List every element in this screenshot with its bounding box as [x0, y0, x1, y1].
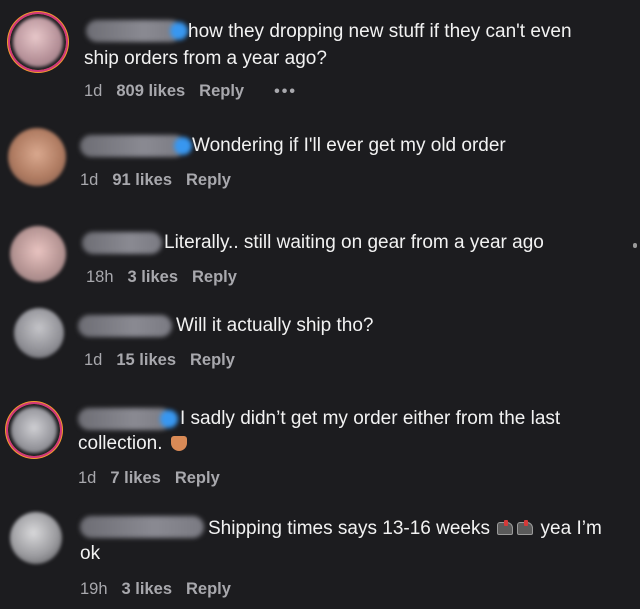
reply-button[interactable]: Reply: [175, 469, 220, 488]
commenter-avatar[interactable]: [8, 404, 60, 456]
reply-button[interactable]: Reply: [192, 268, 237, 287]
comment-text-continued: collection.: [78, 430, 187, 457]
comment-likes[interactable]: 3 likes: [128, 268, 178, 287]
comment-likes[interactable]: 3 likes: [122, 580, 172, 599]
commenter-username-blurred[interactable]: [86, 20, 188, 42]
comment-text-line1-end: yea I’m: [540, 518, 602, 539]
comment-text-line1: Shipping times says 13-16 weeks: [208, 518, 490, 539]
thumbs-down-emoji-icon: [170, 436, 187, 451]
comment-text: Wondering if I'll ever get my old order: [192, 135, 506, 156]
reply-button[interactable]: Reply: [186, 171, 231, 190]
comment-meta: 1d 7 likes Reply: [78, 469, 220, 488]
comment-text: Shipping times says 13-16 weeks yea I’m: [208, 515, 602, 542]
comment-timestamp: 1d: [84, 351, 103, 369]
commenter-username-blurred[interactable]: [80, 135, 192, 157]
comment-meta: 19h 3 likes Reply: [80, 580, 231, 599]
comment-meta: 1d 91 likes Reply: [80, 171, 231, 190]
comment-text: I sadly didn’t get my order either from …: [180, 408, 561, 429]
edge-indicator: [633, 243, 637, 248]
comment-timestamp: 1d: [78, 469, 97, 487]
commenter-avatar[interactable]: [10, 14, 66, 70]
comment-likes[interactable]: 91 likes: [112, 171, 172, 190]
commenter-username-blurred[interactable]: [78, 315, 172, 337]
commenter-avatar[interactable]: [8, 128, 66, 186]
comment-timestamp: 1d: [84, 82, 103, 100]
comment-timestamp: 19h: [80, 580, 108, 598]
comment-likes[interactable]: 809 likes: [116, 82, 185, 101]
comment-text: how they dropping new stuff if they can'…: [188, 21, 572, 42]
comment-text-continued: ship orders from a year ago?: [84, 48, 327, 69]
commenter-username-blurred[interactable]: [82, 232, 162, 254]
comment-timestamp: 1d: [80, 171, 99, 189]
comment-meta: 1d 15 likes Reply: [84, 351, 235, 370]
comment-text-continued: ok: [80, 543, 101, 564]
running-shoe-emoji-icon: [515, 518, 535, 536]
comment-likes[interactable]: 15 likes: [116, 351, 176, 370]
running-shoe-emoji-icon: [495, 518, 515, 536]
commenter-avatar[interactable]: [10, 226, 66, 282]
commenter-username-blurred[interactable]: [80, 516, 204, 538]
commenter-username-blurred[interactable]: [78, 408, 178, 430]
comment-likes[interactable]: 7 likes: [110, 469, 160, 488]
comment-text: Will it actually ship tho?: [176, 315, 374, 336]
comment-meta: 1d 809 likes Reply •••: [84, 82, 297, 101]
more-options-icon[interactable]: •••: [274, 83, 297, 101]
reply-button[interactable]: Reply: [190, 351, 235, 370]
comment-timestamp: 18h: [86, 268, 114, 286]
commenter-avatar[interactable]: [14, 308, 64, 358]
reply-button[interactable]: Reply: [186, 580, 231, 599]
comment-text: Literally.. still waiting on gear from a…: [164, 232, 544, 253]
commenter-avatar[interactable]: [10, 512, 62, 564]
reply-button[interactable]: Reply: [199, 82, 244, 101]
comment-meta: 18h 3 likes Reply: [86, 268, 237, 287]
comment-text-line2: collection.: [78, 433, 163, 454]
